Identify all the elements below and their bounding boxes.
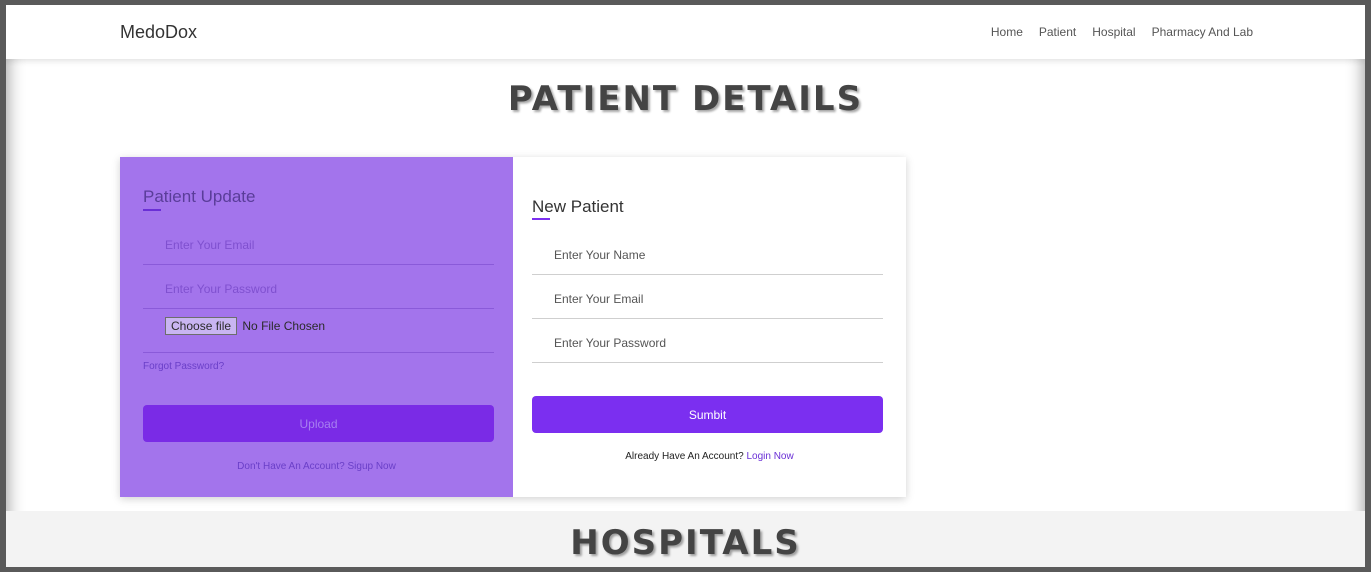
patient-update-panel: Patient Update Choose file No File Chose… [120,157,513,497]
login-link[interactable]: Login Now [746,451,793,462]
upload-button[interactable]: Upload [143,405,494,442]
new-password-input[interactable] [554,336,883,350]
hospitals-title: HOSPITALS [570,523,801,563]
nav-link-pharmacy-and-lab[interactable]: Pharmacy And Lab [1152,25,1253,39]
signup-prompt: Don't Have An Account? Sigup Now [120,461,513,472]
update-password-input[interactable] [165,282,494,296]
file-status: No File Chosen [242,319,326,333]
navbar: MedoDox Home Patient Hospital Pharmacy A… [6,5,1365,59]
heading-underline [532,218,550,220]
new-patient-heading: New Patient [532,197,624,216]
signup-prompt-text: Don't Have An Account? [237,461,345,472]
patient-card: Patient Update Choose file No File Chose… [120,157,906,497]
file-chooser: Choose file No File Chosen [143,312,494,353]
new-name-field [532,235,883,275]
patient-details-title: PATIENT DETAILS [507,79,864,119]
update-password-field [143,269,494,309]
choose-file-button[interactable]: Choose file [165,317,238,335]
heading-underline [143,209,161,211]
nav-link-hospital[interactable]: Hospital [1092,25,1135,39]
new-name-input[interactable] [554,248,883,262]
brand-logo[interactable]: MedoDox [120,22,197,43]
submit-button[interactable]: Sumbit [532,396,883,433]
update-email-input[interactable] [165,238,494,252]
forgot-password-link[interactable]: Forgot Password? [143,361,224,372]
update-email-field [143,225,494,265]
new-email-field [532,279,883,319]
login-prompt-text: Already Have An Account? [625,451,744,462]
login-prompt: Already Have An Account? Login Now [513,451,906,462]
patient-update-heading: Patient Update [143,187,256,206]
nav-link-patient[interactable]: Patient [1039,25,1076,39]
new-password-field [532,323,883,363]
new-patient-panel: New Patient Sumbit Already Have An Accou… [513,157,906,497]
nav-links: Home Patient Hospital Pharmacy And Lab [991,25,1253,39]
nav-link-home[interactable]: Home [991,25,1023,39]
signup-link[interactable]: Sigup Now [347,461,395,472]
page: MedoDox Home Patient Hospital Pharmacy A… [6,5,1365,567]
new-email-input[interactable] [554,292,883,306]
